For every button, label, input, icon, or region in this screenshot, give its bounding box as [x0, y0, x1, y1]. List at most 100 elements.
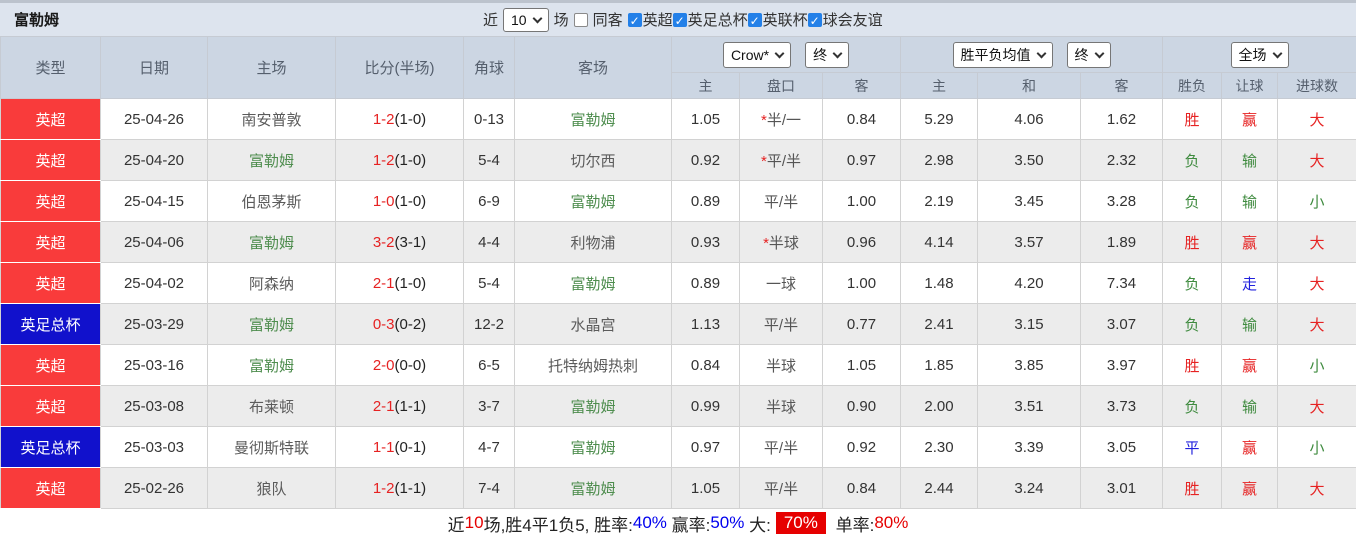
fulltime-header-cell: 全场 — [1163, 37, 1356, 73]
odds-time-select-2[interactable]: 终 — [1067, 42, 1111, 68]
summary-text: 场,胜4平1负5, — [484, 511, 595, 536]
result-winloss: 胜 — [1163, 345, 1222, 386]
corner-count: 5-4 — [464, 263, 515, 304]
halftime-score: (0-1) — [395, 439, 427, 456]
match-row: 英足总杯25-03-29富勒姆0-3(0-2)12-2水晶宫1.13平/半0.7… — [1, 304, 1356, 345]
match-date: 25-03-03 — [101, 427, 208, 468]
league-type-badge: 英超 — [1, 345, 101, 386]
avg-away-odds: 3.07 — [1081, 304, 1163, 345]
sub-header-winloss: 胜负 — [1163, 73, 1222, 99]
match-score: 1-2(1-0) — [336, 99, 464, 140]
fulltime-score: 1-2 — [373, 480, 395, 497]
avg-draw-odds: 3.50 — [978, 140, 1081, 181]
match-row: 英足总杯25-03-03曼彻斯特联1-1(0-1)4-7富勒姆0.97平/半0.… — [1, 427, 1356, 468]
result-winloss: 负 — [1163, 304, 1222, 345]
result-handicap: 走 — [1222, 263, 1278, 304]
avg-home-odds: 2.19 — [901, 181, 978, 222]
match-row: 英超25-02-26狼队1-2(1-1)7-4富勒姆1.05平/半0.842.4… — [1, 468, 1356, 509]
avg-draw-odds: 3.45 — [978, 181, 1081, 222]
league-checkbox[interactable]: ✓ — [748, 13, 762, 27]
match-date: 25-04-06 — [101, 222, 208, 263]
home-team: 狼队 — [208, 468, 336, 509]
avg-home-odds: 2.41 — [901, 304, 978, 345]
halftime-score: (1-0) — [395, 111, 427, 128]
handicap-text: 平/半 — [764, 481, 798, 498]
league-checkbox[interactable]: ✓ — [673, 13, 687, 27]
avg-draw-odds: 3.39 — [978, 427, 1081, 468]
result-handicap: 赢 — [1222, 427, 1278, 468]
handicap-text: 半/一 — [767, 112, 801, 129]
match-row: 英超25-03-16富勒姆2-0(0-0)6-5托特纳姆热刺0.84半球1.05… — [1, 345, 1356, 386]
match-rows: 英超25-04-26南安普敦1-2(1-0)0-13富勒姆1.05*半/一0.8… — [1, 99, 1356, 509]
home-team: 富勒姆 — [208, 222, 336, 263]
avg-home-odds: 1.48 — [901, 263, 978, 304]
chevron-down-icon — [1036, 48, 1046, 58]
result-handicap: 输 — [1222, 140, 1278, 181]
filter-bar: 近 10 场 同客 ✓英超✓英足总杯✓英联杯✓球会友谊 — [483, 3, 883, 36]
team-title: 富勒姆 — [14, 9, 59, 30]
result-goals: 大 — [1278, 140, 1356, 181]
avg-away-odds: 3.01 — [1081, 468, 1163, 509]
avg-odds-header-cell: 胜平负均值 终 — [901, 37, 1163, 73]
result-winloss: 胜 — [1163, 468, 1222, 509]
odds-time-select-1[interactable]: 终 — [805, 42, 849, 68]
fulltime-score: 1-0 — [373, 193, 395, 210]
odds-home: 0.97 — [672, 427, 740, 468]
league-label: 英超 — [643, 9, 673, 30]
corner-count: 12-2 — [464, 304, 515, 345]
result-handicap: 赢 — [1222, 222, 1278, 263]
fulltime-score: 2-0 — [373, 357, 395, 374]
fulltime-score: 1-2 — [373, 111, 395, 128]
fulltime-select[interactable]: 全场 — [1231, 42, 1289, 68]
handicap-text: 平/半 — [764, 194, 798, 211]
halftime-score: (3-1) — [395, 234, 427, 251]
bookmaker-select-value: Crow* — [731, 47, 769, 63]
match-row: 英超25-03-08布莱顿2-1(1-1)3-7富勒姆0.99半球0.902.0… — [1, 386, 1356, 427]
avg-draw-odds: 4.20 — [978, 263, 1081, 304]
home-team: 富勒姆 — [208, 140, 336, 181]
result-winloss: 负 — [1163, 140, 1222, 181]
odds-home: 1.05 — [672, 468, 740, 509]
match-date: 25-03-16 — [101, 345, 208, 386]
odds-away: 0.90 — [823, 386, 901, 427]
bookmaker-select[interactable]: Crow* — [723, 42, 791, 68]
away-team: 富勒姆 — [515, 181, 672, 222]
away-team: 富勒姆 — [515, 427, 672, 468]
matches-label: 场 — [554, 9, 569, 30]
league-filter-1: ✓英超 — [628, 9, 673, 30]
match-date: 25-03-08 — [101, 386, 208, 427]
match-score: 2-1(1-0) — [336, 263, 464, 304]
league-checkbox[interactable]: ✓ — [628, 13, 642, 27]
avg-away-odds: 1.89 — [1081, 222, 1163, 263]
league-checkbox[interactable]: ✓ — [808, 13, 822, 27]
league-filter-4: ✓球会友谊 — [808, 9, 883, 30]
fulltime-score: 2-1 — [373, 398, 395, 415]
recent-count-select[interactable]: 10 — [503, 8, 549, 32]
col-header-date: 日期 — [101, 37, 208, 99]
avg-odds-select[interactable]: 胜平负均值 — [953, 42, 1053, 68]
avg-home-odds: 2.44 — [901, 468, 978, 509]
match-score: 2-0(0-0) — [336, 345, 464, 386]
odds-home: 1.05 — [672, 99, 740, 140]
result-goals: 小 — [1278, 427, 1356, 468]
match-date: 25-03-29 — [101, 304, 208, 345]
col-header-score: 比分(半场) — [336, 37, 464, 99]
sub-header-avg-away: 客 — [1081, 73, 1163, 99]
handicap-text: 半球 — [769, 235, 799, 252]
league-type-badge: 英超 — [1, 99, 101, 140]
same-venue-checkbox[interactable] — [574, 13, 588, 27]
chevron-down-icon — [775, 48, 785, 58]
col-header-type: 类型 — [1, 37, 101, 99]
avg-draw-odds: 4.06 — [978, 99, 1081, 140]
match-date: 25-04-20 — [101, 140, 208, 181]
summary-text: 40% — [633, 513, 667, 533]
handicap-line: 平/半 — [740, 468, 823, 509]
odds-time-select-1-value: 终 — [813, 45, 827, 65]
avg-home-odds: 4.14 — [901, 222, 978, 263]
result-winloss: 胜 — [1163, 222, 1222, 263]
fulltime-score: 1-2 — [373, 152, 395, 169]
league-type-badge: 英超 — [1, 222, 101, 263]
handicap-text: 半球 — [766, 399, 796, 416]
summary-text: 赢率: — [667, 511, 710, 536]
avg-away-odds: 1.62 — [1081, 99, 1163, 140]
